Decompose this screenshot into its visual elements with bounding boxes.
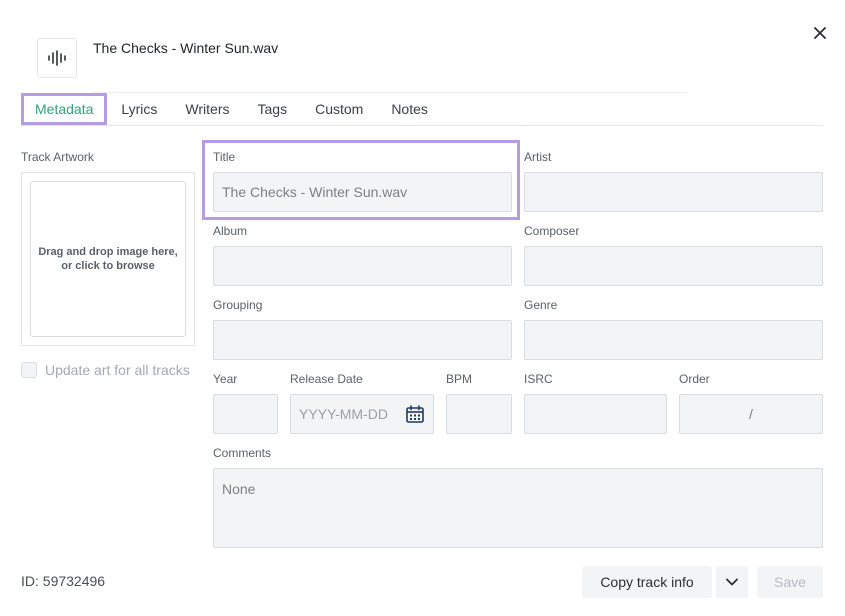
artwork-dropzone[interactable]: Drag and drop image here, or click to br… <box>30 181 186 337</box>
album-input[interactable] <box>213 246 512 286</box>
comments-label: Comments <box>213 446 272 460</box>
release-date-input[interactable]: YYYY-MM-DD <box>290 394 434 434</box>
artist-label: Artist <box>524 150 552 164</box>
isrc-label: ISRC <box>524 372 553 386</box>
copy-options-dropdown-button[interactable] <box>716 566 748 598</box>
tab-tags[interactable]: Tags <box>244 93 302 125</box>
tab-custom[interactable]: Custom <box>301 93 377 125</box>
bpm-input[interactable] <box>446 394 512 434</box>
composer-label: Composer <box>524 224 580 238</box>
grouping-input[interactable] <box>213 320 512 360</box>
comments-textarea[interactable]: None <box>213 468 823 548</box>
audio-waveform-icon <box>37 38 77 78</box>
tab-notes[interactable]: Notes <box>377 93 442 125</box>
tab-metadata[interactable]: Metadata <box>21 93 108 125</box>
isrc-input[interactable] <box>524 394 667 434</box>
copy-track-info-button[interactable]: Copy track info <box>582 566 712 598</box>
genre-label: Genre <box>524 298 558 312</box>
title-highlight <box>202 140 520 220</box>
close-button[interactable] <box>809 22 831 44</box>
year-label: Year <box>213 372 238 386</box>
tabs-divider <box>21 125 823 126</box>
update-art-row: Update art for all tracks <box>21 362 190 378</box>
chevron-down-icon <box>726 578 738 586</box>
composer-input[interactable] <box>524 246 823 286</box>
update-art-checkbox[interactable] <box>21 362 37 378</box>
release-date-label: Release Date <box>290 372 363 386</box>
track-id: ID: 59732496 <box>21 573 106 589</box>
tab-bar: Metadata Lyrics Writers Tags Custom Note… <box>21 93 442 125</box>
track-artwork-label: Track Artwork <box>21 150 94 164</box>
calendar-icon[interactable] <box>405 404 425 424</box>
tab-writers[interactable]: Writers <box>171 93 243 125</box>
save-button[interactable]: Save <box>757 566 823 598</box>
close-icon <box>814 27 826 39</box>
update-art-label: Update art for all tracks <box>45 362 190 378</box>
file-title: The Checks - Winter Sun.wav <box>93 40 279 56</box>
genre-input[interactable] <box>524 320 823 360</box>
release-date-placeholder: YYYY-MM-DD <box>299 406 388 422</box>
tab-lyrics[interactable]: Lyrics <box>107 93 171 125</box>
artist-input[interactable] <box>524 172 823 212</box>
order-input[interactable]: / <box>679 394 823 434</box>
bpm-label: BPM <box>446 372 473 386</box>
order-label: Order <box>679 372 710 386</box>
grouping-label: Grouping <box>213 298 263 312</box>
year-input[interactable] <box>213 394 278 434</box>
album-label: Album <box>213 224 248 238</box>
